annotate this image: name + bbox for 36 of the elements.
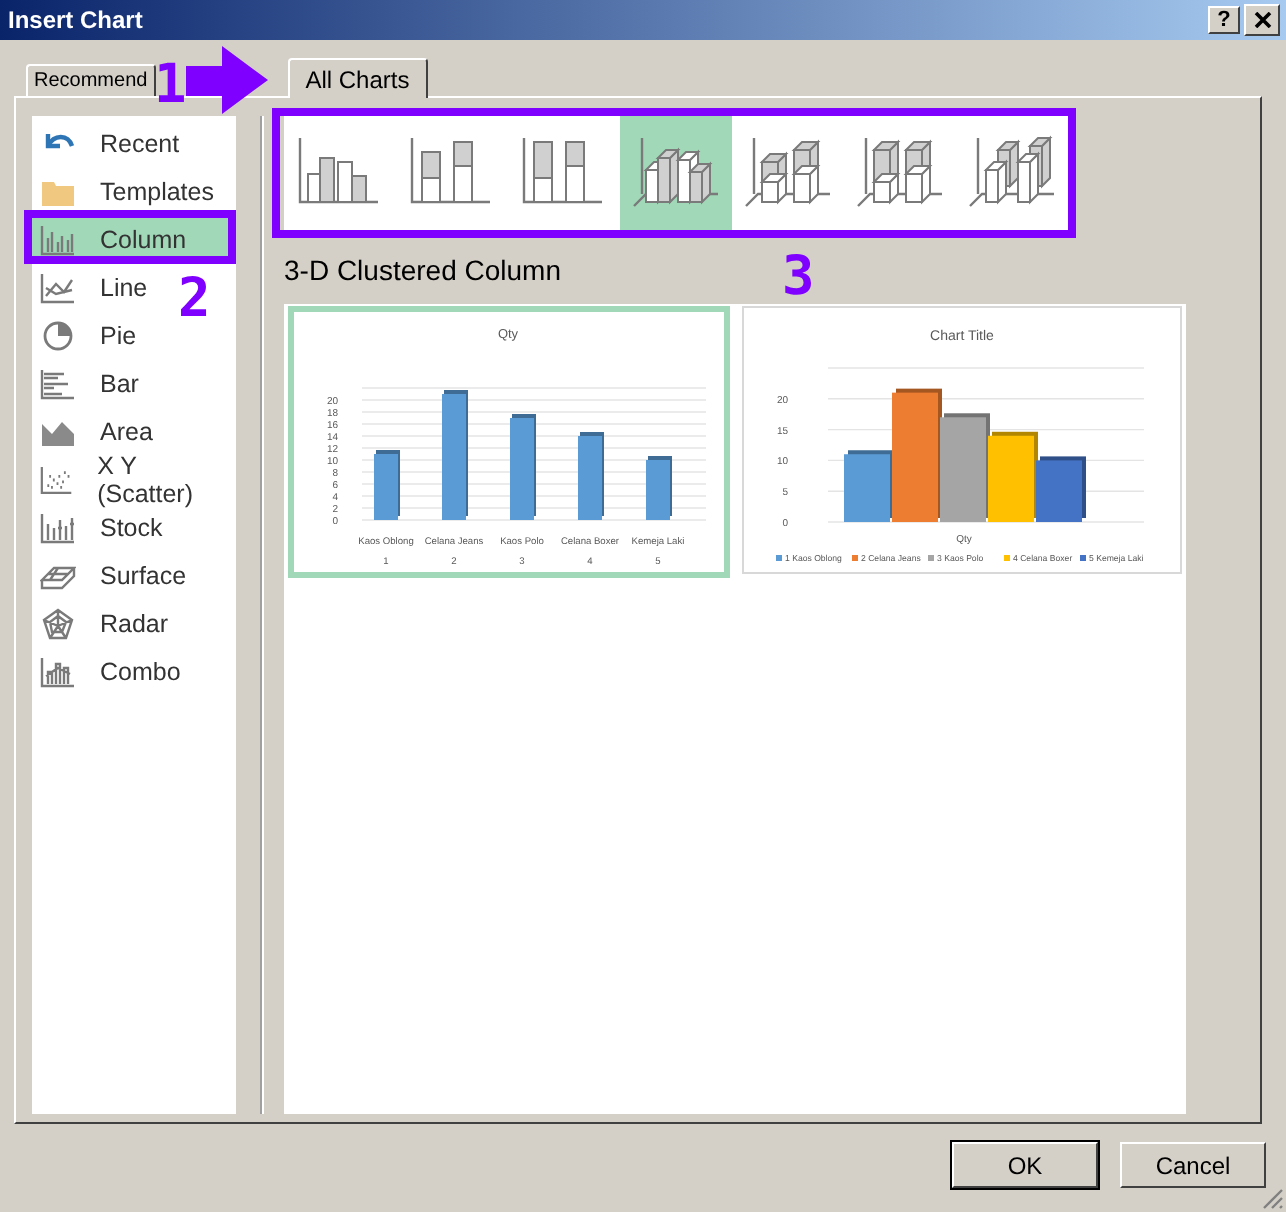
chart-type-item[interactable]: Surface — [32, 552, 195, 600]
subtype-title: 3-D Clustered Column — [284, 254, 561, 290]
annotation-number: 3 — [782, 250, 815, 304]
annotation-number: 2 — [178, 272, 211, 326]
help-button[interactable]: ? — [1208, 6, 1240, 34]
radar-chart-icon — [40, 608, 76, 640]
ok-button[interactable]: OK — [952, 1142, 1098, 1188]
chart-type-item[interactable]: Stock — [32, 504, 171, 552]
chart-type-item[interactable]: Bar — [32, 360, 147, 408]
chart-type-item[interactable]: Area — [32, 408, 161, 456]
folder-icon — [40, 176, 76, 208]
tab[interactable]: All Charts — [287, 58, 428, 98]
line-chart-icon — [40, 272, 76, 304]
chart-type-item[interactable]: Combo — [32, 648, 189, 696]
chart-type-item[interactable]: Radar — [32, 600, 177, 648]
chart-type-item[interactable]: Recent — [32, 120, 188, 168]
combo-chart-icon — [40, 656, 76, 688]
chart-type-item[interactable]: X Y (Scatter) — [32, 456, 236, 504]
window-title: Insert Chart — [8, 6, 145, 34]
stock-chart-icon — [40, 512, 76, 544]
chart-type-item[interactable]: Templates — [32, 168, 222, 216]
scatter-chart-icon — [40, 464, 74, 496]
chart-subtype-button[interactable] — [620, 116, 732, 230]
pie-chart-icon — [40, 320, 76, 352]
area-chart-icon — [40, 416, 76, 448]
column-chart-icon — [40, 224, 76, 256]
resize-grip-icon[interactable] — [1262, 1188, 1284, 1210]
close-button[interactable] — [1244, 4, 1280, 36]
bar-chart-icon — [40, 368, 76, 400]
annotation-number: 1 — [154, 58, 187, 112]
close-icon[interactable] — [1253, 12, 1271, 28]
tab[interactable]: Recommend — [26, 64, 156, 96]
chart-type-item[interactable]: Line — [32, 264, 156, 312]
cancel-button[interactable]: Cancel — [1120, 1142, 1266, 1188]
annotation-arrow — [186, 46, 270, 116]
chart-type-item[interactable]: Pie — [32, 312, 145, 360]
